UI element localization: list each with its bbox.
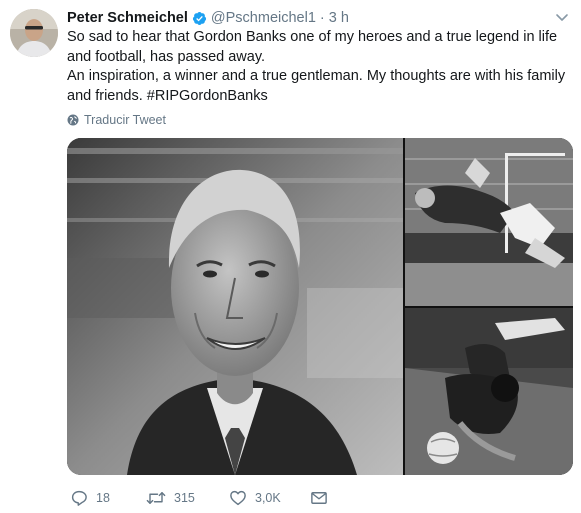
- tweet-text: So sad to hear that Gordon Banks one of …: [67, 28, 572, 106]
- tweet-header: Peter Schmeichel @Pschmeichel1 · 3 h: [67, 8, 571, 28]
- like-count: 3,0K: [255, 491, 281, 505]
- portrait-photo: [67, 138, 403, 475]
- retweet-icon: [146, 492, 166, 504]
- tweet-timestamp[interactable]: 3 h: [329, 10, 349, 26]
- tweet-actions: 18 315 3,0K: [67, 487, 467, 509]
- verified-badge-icon: [192, 11, 206, 25]
- envelope-icon: [311, 492, 327, 504]
- heart-icon: [230, 490, 246, 506]
- tweet-card[interactable]: Peter Schmeichel @Pschmeichel1 · 3 h So …: [0, 0, 581, 513]
- direct-message-button[interactable]: [310, 487, 336, 509]
- reply-count: 18: [96, 491, 110, 505]
- retweet-count: 315: [174, 491, 195, 505]
- avatar-photo: [10, 9, 58, 57]
- reply-icon: [71, 490, 87, 506]
- retweet-button[interactable]: 315: [146, 487, 195, 509]
- tweet-text-line: So sad to hear that Gordon Banks one of …: [67, 29, 558, 65]
- globe-icon: [67, 114, 79, 126]
- like-button[interactable]: 3,0K: [229, 487, 281, 509]
- goalkeeper-save-photo: [405, 308, 573, 475]
- media-image-portrait[interactable]: [67, 138, 403, 475]
- translate-tweet-link[interactable]: Traducir Tweet: [67, 113, 166, 127]
- translate-tweet-label: Traducir Tweet: [84, 113, 166, 127]
- author-name[interactable]: Peter Schmeichel: [67, 10, 188, 26]
- tweet-text-line: An inspiration, a winner and a true gent…: [67, 68, 566, 104]
- reply-button[interactable]: 18: [70, 487, 110, 509]
- media-image-save[interactable]: [405, 308, 573, 475]
- chevron-down-icon[interactable]: [555, 10, 569, 24]
- author-avatar[interactable]: [10, 9, 58, 57]
- goalkeeper-dive-photo: [405, 138, 573, 306]
- media-image-dive[interactable]: [405, 138, 573, 306]
- tweet-media-grid: [67, 138, 573, 475]
- author-handle[interactable]: @Pschmeichel1: [211, 10, 316, 26]
- meta-separator: ·: [319, 10, 325, 26]
